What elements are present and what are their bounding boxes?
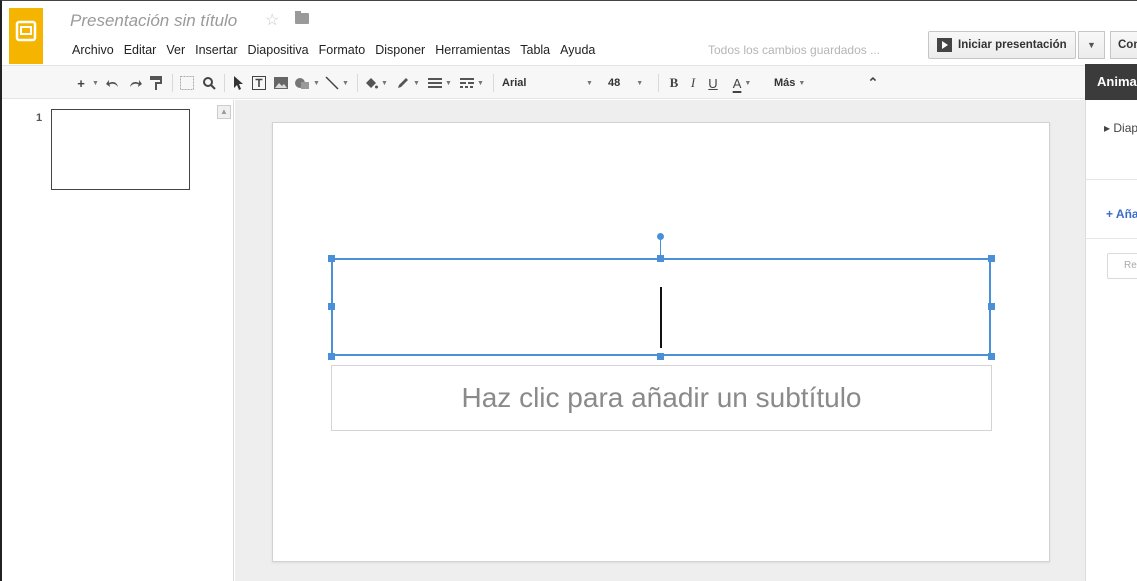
animations-panel: ▸ Diapositiva + Añadir animación Reprodu… (1085, 100, 1137, 581)
text-color-button[interactable]: A ▼ (724, 72, 760, 94)
add-animation-link[interactable]: + Añadir animación (1106, 207, 1137, 221)
slide-number: 1 (36, 112, 43, 124)
resize-handle-right[interactable] (988, 303, 995, 310)
font-size-select[interactable]: 48 ▼ (608, 72, 650, 94)
border-color-icon[interactable]: ▼ (394, 72, 422, 94)
resize-handle-bottom-right[interactable] (988, 353, 995, 360)
border-dash-icon[interactable]: ▼ (458, 72, 486, 94)
new-slide-icon[interactable]: + (74, 72, 88, 94)
bold-button[interactable]: B (666, 72, 682, 94)
presentation-dropdown-button[interactable]: ▼ (1078, 31, 1105, 59)
italic-button[interactable]: I (686, 72, 700, 94)
font-family-dropdown-icon[interactable]: ▼ (582, 72, 594, 94)
animations-panel-header: Animaciones (1085, 64, 1137, 100)
text-cursor (660, 287, 662, 348)
resize-handle-bottom-left[interactable] (328, 353, 335, 360)
image-icon[interactable] (272, 72, 290, 94)
menu-disponer[interactable]: Disponer (370, 41, 430, 59)
slide-filmstrip: 1 ▲ (2, 100, 234, 581)
document-title[interactable]: Presentación sin título (70, 11, 237, 31)
toolbar: + ▼ ▼ ▼ ▼ ▼ ▼ ▼ Arial ▼ 48 ▼ B I U A ▼ M… (2, 65, 1137, 99)
panel-divider (1086, 238, 1137, 239)
slides-glyph-icon (15, 20, 37, 42)
border-weight-icon[interactable]: ▼ (426, 72, 454, 94)
paint-format-icon[interactable] (147, 72, 165, 94)
panel-slide-label[interactable]: ▸ Diapositiva (1104, 121, 1137, 135)
undo-icon[interactable] (104, 72, 122, 94)
slide-thumbnail[interactable] (51, 109, 190, 190)
font-family-select[interactable]: Arial (502, 72, 580, 94)
text-color-letter: A (732, 75, 742, 91)
play-animation-button[interactable]: Reproducir (1107, 253, 1137, 279)
menu-tabla[interactable]: Tabla (515, 41, 555, 59)
fill-color-icon[interactable]: ▼ (362, 72, 390, 94)
share-button[interactable]: Compartir (1110, 31, 1137, 59)
redo-icon[interactable] (126, 72, 144, 94)
resize-handle-left[interactable] (328, 303, 335, 310)
resize-handle-top-right[interactable] (988, 255, 995, 262)
shape-icon[interactable]: ▼ (294, 72, 320, 94)
new-slide-dropdown-icon[interactable]: ▼ (89, 72, 99, 94)
zoom-icon[interactable] (200, 72, 218, 94)
line-icon[interactable]: ▼ (324, 72, 350, 94)
rotation-handle[interactable] (657, 233, 664, 240)
resize-handle-top[interactable] (657, 255, 664, 262)
slides-logo-icon[interactable] (9, 8, 43, 64)
collapse-toolbar-icon[interactable]: ⌃ (864, 72, 882, 94)
start-presentation-label: Iniciar presentación (958, 39, 1067, 51)
menu-formato[interactable]: Formato (314, 41, 371, 59)
menu-editar[interactable]: Editar (119, 41, 162, 59)
resize-handle-bottom[interactable] (657, 353, 664, 360)
play-icon (937, 38, 952, 52)
more-button[interactable]: Más ▼ (774, 72, 818, 94)
save-status[interactable]: Todos los cambios guardados ... (708, 43, 880, 57)
menu-insertar[interactable]: Insertar (190, 41, 242, 59)
resize-handle-top-left[interactable] (328, 255, 335, 262)
menu-ver[interactable]: Ver (161, 41, 190, 59)
panel-divider (1086, 179, 1137, 180)
start-presentation-button[interactable]: Iniciar presentación (928, 31, 1076, 59)
subtitle-placeholder[interactable]: Haz clic para añadir un subtítulo (331, 365, 992, 431)
menu-ayuda[interactable]: Ayuda (555, 41, 600, 59)
menu-archivo[interactable]: Archivo (67, 41, 119, 59)
folder-icon[interactable] (295, 11, 309, 24)
text-box-icon[interactable] (250, 72, 268, 94)
select-arrow-icon[interactable] (230, 72, 246, 94)
select-layout-icon[interactable] (178, 72, 196, 94)
slides-app: Presentación sin título ☆ Archivo Editar… (0, 0, 1137, 581)
font-size-value: 48 (608, 77, 621, 89)
menu-bar: Archivo Editar Ver Insertar Diapositiva … (67, 41, 600, 59)
font-family-value: Arial (502, 77, 527, 89)
menu-diapositiva[interactable]: Diapositiva (243, 41, 314, 59)
more-label: Más (774, 77, 796, 89)
star-icon[interactable]: ☆ (265, 10, 279, 30)
menu-herramientas[interactable]: Herramientas (430, 41, 515, 59)
scroll-up-icon[interactable]: ▲ (217, 105, 231, 119)
underline-button[interactable]: U (706, 72, 720, 94)
